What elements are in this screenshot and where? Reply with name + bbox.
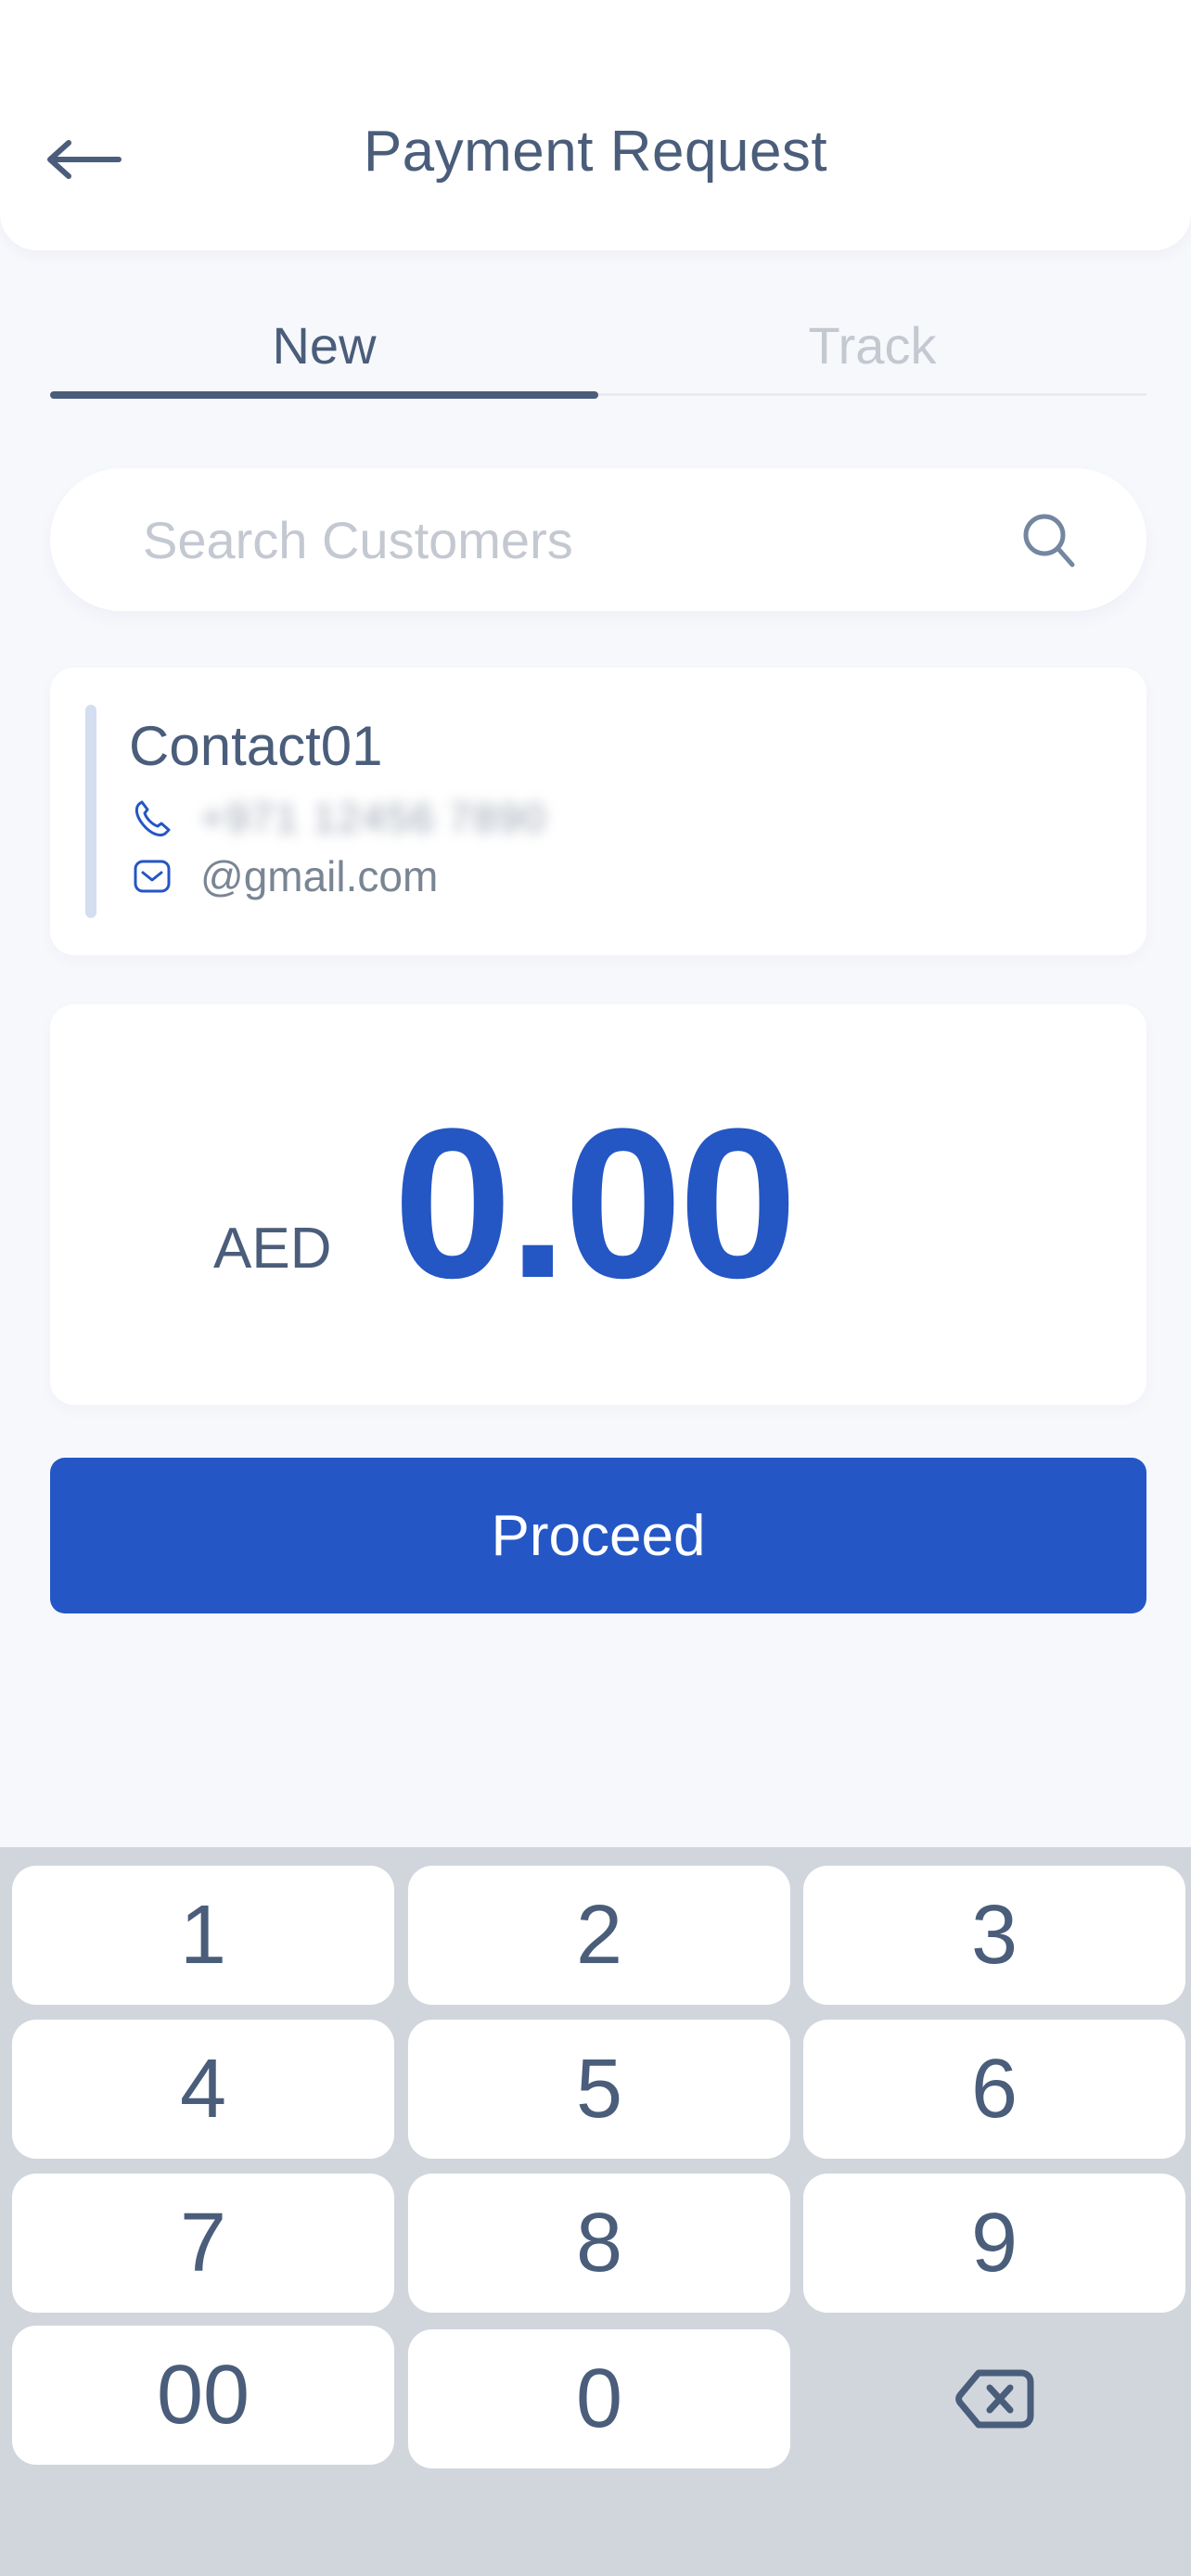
key-00[interactable]: 00: [12, 2326, 394, 2465]
contact-phone: +971 12456 7890: [200, 796, 547, 841]
key-6[interactable]: 6: [803, 2020, 1185, 2159]
contact-email-row: @gmail.com: [132, 851, 438, 901]
backspace-key[interactable]: [803, 2329, 1185, 2468]
amount-display: AED 0.00: [50, 1004, 1146, 1405]
contact-phone-row: +971 12456 7890: [132, 796, 547, 842]
numeric-keypad: 1 2 3 4 5 6 7 8 9 00 0: [0, 1847, 1191, 2576]
app-header: Payment Request: [0, 0, 1191, 250]
tab-new[interactable]: New: [50, 306, 598, 399]
tab-new-indicator: [50, 391, 598, 399]
contact-accent-bar: [85, 705, 96, 918]
tab-track[interactable]: Track: [598, 306, 1146, 399]
phone-icon: [134, 800, 171, 837]
key-9[interactable]: 9: [803, 2174, 1185, 2313]
tab-track-indicator: [598, 393, 1146, 396]
key-7[interactable]: 7: [12, 2174, 394, 2313]
search-bar: [50, 468, 1146, 611]
tab-track-label: Track: [808, 316, 937, 375]
currency-label: AED: [213, 1217, 332, 1281]
search-input[interactable]: [143, 509, 1017, 570]
backspace-icon: [955, 2369, 1034, 2429]
contact-card[interactable]: Contact01 +971 12456 7890 @gmail.com: [50, 668, 1146, 955]
key-4[interactable]: 4: [12, 2020, 394, 2159]
key-0[interactable]: 0: [408, 2329, 790, 2468]
search-icon[interactable]: [1017, 507, 1082, 572]
mail-icon: [134, 860, 171, 893]
key-8[interactable]: 8: [408, 2174, 790, 2313]
key-3[interactable]: 3: [803, 1866, 1185, 2005]
key-5[interactable]: 5: [408, 2020, 790, 2159]
key-2[interactable]: 2: [408, 1866, 790, 2005]
proceed-button[interactable]: Proceed: [50, 1458, 1146, 1613]
tab-new-label: New: [272, 316, 377, 375]
contact-name: Contact01: [129, 715, 383, 777]
amount-value: 0.00: [393, 1084, 798, 1322]
tab-bar: New Track: [50, 306, 1146, 399]
key-1[interactable]: 1: [12, 1866, 394, 2005]
page-title: Payment Request: [363, 120, 828, 184]
contact-email: @gmail.com: [200, 852, 439, 900]
